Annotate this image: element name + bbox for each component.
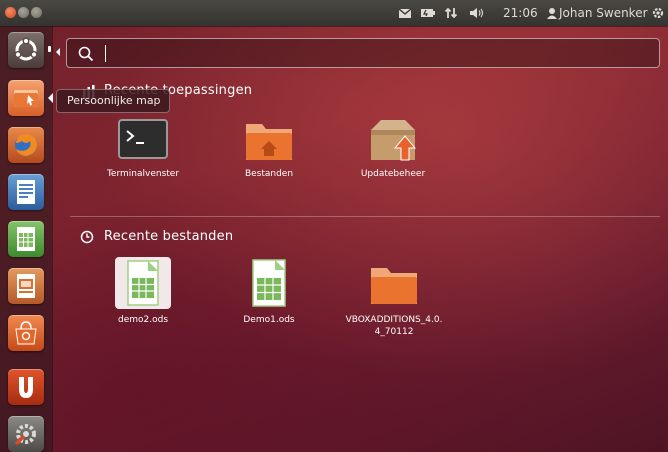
launcher-item-impress[interactable] bbox=[8, 268, 44, 304]
dash-pointer bbox=[56, 48, 60, 56]
messaging-indicator-icon[interactable] bbox=[398, 4, 412, 22]
calc-spreadsheet-icon bbox=[17, 227, 35, 251]
spreadsheet-icon bbox=[252, 259, 286, 307]
app-update-manager[interactable]: Updatebeheer bbox=[352, 114, 434, 184]
launcher-item-ubuntu-one[interactable] bbox=[8, 369, 44, 405]
folder-home-icon bbox=[246, 124, 292, 160]
minimize-window-button[interactable] bbox=[18, 7, 29, 18]
recent-files-clock-icon bbox=[80, 229, 94, 248]
folder-home-icon bbox=[14, 90, 38, 107]
app-terminal[interactable]: Terminalvenster bbox=[102, 114, 184, 184]
file-label: demo2.ods bbox=[117, 315, 169, 325]
close-window-button[interactable] bbox=[5, 7, 16, 18]
software-center-bag-icon bbox=[15, 321, 37, 345]
app-label: Terminalvenster bbox=[106, 169, 180, 179]
impress-presentation-icon bbox=[17, 274, 35, 298]
session-gear-icon[interactable] bbox=[650, 4, 666, 22]
update-manager-icon bbox=[371, 120, 417, 161]
network-icon[interactable] bbox=[444, 4, 458, 22]
top-panel: 21:06 Johan Swenker bbox=[0, 0, 668, 26]
user-name[interactable]: Johan Swenker bbox=[559, 4, 648, 22]
ubuntu-logo-icon bbox=[14, 37, 38, 61]
terminal-icon bbox=[118, 119, 168, 159]
file-demo1[interactable]: Demo1.ods bbox=[228, 254, 310, 326]
launcher-item-writer[interactable] bbox=[8, 174, 44, 210]
search-icon bbox=[78, 46, 94, 62]
user-icon bbox=[546, 4, 558, 22]
folder-icon bbox=[371, 268, 417, 304]
text-caret bbox=[105, 45, 106, 62]
launcher-item-software-center[interactable] bbox=[8, 315, 44, 351]
app-files[interactable]: Bestanden bbox=[228, 114, 310, 184]
section-divider bbox=[70, 216, 660, 217]
launcher-item-dash[interactable] bbox=[8, 32, 44, 68]
system-settings-icon bbox=[14, 424, 36, 446]
volume-icon[interactable] bbox=[468, 4, 486, 22]
recent-files-heading[interactable]: Recente bestanden bbox=[104, 229, 233, 244]
launcher-item-firefox[interactable] bbox=[8, 127, 44, 163]
battery-icon[interactable] bbox=[420, 4, 436, 22]
search-input[interactable] bbox=[66, 38, 660, 68]
writer-document-icon bbox=[17, 180, 35, 204]
file-label: Demo1.ods bbox=[243, 315, 295, 325]
ubuntu-one-icon bbox=[19, 377, 33, 398]
file-demo2[interactable]: demo2.ods bbox=[102, 254, 184, 326]
launcher-item-system-settings[interactable] bbox=[8, 416, 44, 452]
launcher-pointer bbox=[48, 93, 53, 103]
clock[interactable]: 21:06 bbox=[503, 4, 538, 22]
active-indicator bbox=[48, 46, 51, 52]
unity-desktop: 21:06 Johan Swenker Recente toepassingen… bbox=[0, 0, 668, 452]
app-label: Bestanden bbox=[244, 169, 294, 179]
app-label: Updatebeheer bbox=[360, 169, 426, 179]
launcher-tooltip: Persoonlijke map bbox=[56, 89, 170, 113]
spreadsheet-icon bbox=[115, 257, 171, 309]
file-label-line1: VBOXADDITIONS_4.0. bbox=[345, 315, 443, 325]
launcher bbox=[0, 26, 53, 452]
file-vboxadditions-folder[interactable]: VBOXADDITIONS_4.0. 4_70112 bbox=[335, 254, 453, 340]
launcher-item-home-folder[interactable] bbox=[8, 80, 44, 116]
launcher-item-calc[interactable] bbox=[8, 221, 44, 257]
maximize-window-button[interactable] bbox=[31, 7, 42, 18]
firefox-icon bbox=[15, 133, 37, 156]
file-label-line2: 4_70112 bbox=[374, 327, 414, 337]
